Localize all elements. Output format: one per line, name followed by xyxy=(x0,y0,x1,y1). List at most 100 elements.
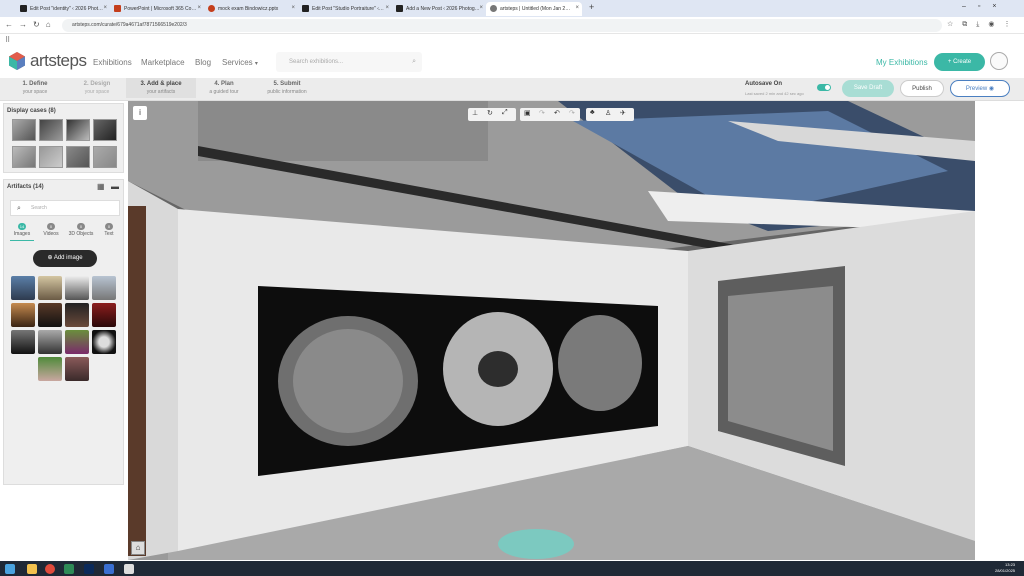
map-icon[interactable]: ⌂ xyxy=(131,541,145,555)
display-case-item[interactable] xyxy=(39,119,63,141)
browser-tab[interactable]: Edit Post "identity" ‹ 2026 Phot… × xyxy=(16,2,110,16)
apps-grid-icon[interactable]: ⠿ xyxy=(5,36,10,44)
app-icon[interactable] xyxy=(124,564,134,574)
artifact-thumbnail[interactable] xyxy=(65,303,89,327)
display-case-item[interactable] xyxy=(93,119,117,141)
grid-view-icon[interactable]: ▦ xyxy=(97,182,105,191)
step-subtitle: your space xyxy=(84,89,110,95)
artsteps-logo[interactable]: artsteps xyxy=(7,51,87,71)
browser-tab[interactable]: Add a New Post ‹ 2026 Photog… × xyxy=(392,2,486,16)
tab-title: PowerPoint | Microsoft 365 Co… xyxy=(124,6,197,12)
info-icon[interactable]: i xyxy=(133,106,147,120)
step-subtitle: a guided tour xyxy=(209,89,239,95)
browser-toolbar-icons[interactable]: ☆⧉⤓◉⋮ xyxy=(947,20,1019,29)
app-icon[interactable] xyxy=(104,564,114,574)
search-placeholder: Search xyxy=(31,205,47,211)
new-tab-button[interactable]: + xyxy=(589,2,594,12)
browser-tab[interactable]: PowerPoint | Microsoft 365 Co… × xyxy=(110,2,204,16)
folder-icon[interactable]: ▬ xyxy=(111,182,119,191)
nav-blog[interactable]: Blog xyxy=(195,58,211,67)
nav-arrows-icon[interactable]: ←→↻⌂ xyxy=(5,20,57,29)
tab-images[interactable]: 14 Images xyxy=(10,222,34,241)
artifact-thumbnail[interactable] xyxy=(38,276,62,300)
windows-start-icon[interactable] xyxy=(5,564,15,574)
step-design[interactable]: 2. Design your space xyxy=(62,81,132,95)
browser-tab[interactable]: mock exam Bindowicz.pptx × xyxy=(204,2,298,16)
browser-tab[interactable]: Edit Post "Studio Portraiture" ‹… × xyxy=(298,2,392,16)
artifact-thumbnail[interactable] xyxy=(65,330,89,354)
tab-label: Images xyxy=(13,231,31,237)
artifact-thumbnail[interactable] xyxy=(92,303,116,327)
artifact-thumbnail[interactable] xyxy=(11,330,35,354)
preview-button[interactable]: Preview ◉ xyxy=(950,80,1010,97)
redo-arrow-icon[interactable]: ↷ xyxy=(569,109,575,117)
display-case-item[interactable] xyxy=(93,146,117,168)
rotate-icon[interactable]: ↻ xyxy=(487,109,493,117)
avatar[interactable] xyxy=(990,52,1008,70)
tab-title: Edit Post "Studio Portraiture" ‹… xyxy=(312,6,384,12)
person-icon[interactable]: ♙ xyxy=(605,109,611,117)
artifact-thumbnail[interactable] xyxy=(38,357,62,381)
page-favicon-icon xyxy=(20,5,27,12)
window-controls[interactable]: –▫× xyxy=(962,3,1008,10)
add-image-button[interactable]: ⊕ Add image xyxy=(33,250,97,267)
nav-exhibitions[interactable]: Exhibitions xyxy=(93,58,132,67)
tab-title: artsteps | Untitled (Mon Jan 2… xyxy=(500,6,571,12)
display-case-item[interactable] xyxy=(66,146,90,168)
walk-icon[interactable]: ♣ xyxy=(590,109,595,116)
close-tab-icon[interactable]: × xyxy=(479,5,483,11)
redo-icon[interactable]: ↷ xyxy=(539,109,545,117)
display-case-item[interactable] xyxy=(39,146,63,168)
tab-videos[interactable]: 0 Videos xyxy=(40,222,62,237)
exhibition-search-input[interactable]: Search exhibitions... ⌕ xyxy=(276,52,422,72)
page-favicon-icon xyxy=(396,5,403,12)
step-submit[interactable]: 5. Submit public information xyxy=(252,81,322,95)
display-case-item[interactable] xyxy=(12,146,36,168)
create-button[interactable]: + Create xyxy=(934,53,985,71)
step-add-place[interactable]: 3. Add & place your artifacts xyxy=(126,78,196,98)
excel-icon[interactable] xyxy=(64,564,74,574)
artifact-thumbnail[interactable] xyxy=(92,276,116,300)
artifact-thumbnail[interactable] xyxy=(92,330,116,354)
display-case-item[interactable] xyxy=(12,119,36,141)
chrome-icon[interactable] xyxy=(45,564,55,574)
tab-title: Edit Post "identity" ‹ 2026 Phot… xyxy=(30,6,104,12)
close-tab-icon[interactable]: × xyxy=(291,5,295,11)
artifact-thumbnail[interactable] xyxy=(11,303,35,327)
frame-icon[interactable]: ▣ xyxy=(524,109,531,117)
artifact-search-input[interactable]: ⌕ Search xyxy=(10,200,120,216)
tab-text[interactable]: 0 Text xyxy=(100,222,118,237)
artifact-thumbnail[interactable] xyxy=(38,303,62,327)
url-field[interactable]: artsteps.com/curate/679a4671af7871566519… xyxy=(62,19,942,32)
publish-button[interactable]: Publish xyxy=(900,80,944,97)
step-subtitle: your space xyxy=(22,89,48,95)
artifact-thumbnail[interactable] xyxy=(65,357,89,381)
step-define[interactable]: 1. Define your space xyxy=(0,81,70,95)
artifact-thumbnail[interactable] xyxy=(65,276,89,300)
close-tab-icon[interactable]: × xyxy=(103,5,107,11)
display-case-item[interactable] xyxy=(66,119,90,141)
tab-3d-objects[interactable]: 0 3D Objects xyxy=(66,222,96,237)
system-clock[interactable]: 13:23 28/01/2025 xyxy=(995,562,1015,574)
nav-services-label: Services xyxy=(222,58,253,67)
close-tab-icon[interactable]: × xyxy=(385,5,389,11)
step-title: 5. Submit xyxy=(273,81,301,87)
close-tab-icon[interactable]: × xyxy=(197,5,201,11)
save-draft-button[interactable]: Save Draft xyxy=(842,80,894,97)
file-explorer-icon[interactable] xyxy=(27,564,37,574)
top-view-icon[interactable]: ✈ xyxy=(620,109,626,117)
undo-icon[interactable]: ↶ xyxy=(554,109,560,117)
artifact-thumbnail[interactable] xyxy=(38,330,62,354)
3d-gallery-viewport[interactable]: i ⊥ ↻ ⤢ ▣ ↷ ↶ ↷ ♣ ♙ ✈ ⌂ xyxy=(128,101,975,560)
close-tab-icon[interactable]: × xyxy=(575,5,579,11)
nav-services[interactable]: Services ▾ xyxy=(222,58,258,67)
move-axis-icon[interactable]: ⊥ xyxy=(472,109,478,117)
scale-icon[interactable]: ⤢ xyxy=(502,109,508,117)
artifact-thumbnail[interactable] xyxy=(11,276,35,300)
autosave-toggle[interactable] xyxy=(817,84,831,91)
browser-tab-active[interactable]: artsteps | Untitled (Mon Jan 2… × xyxy=(486,2,582,16)
step-plan[interactable]: 4. Plan a guided tour xyxy=(189,81,259,95)
photoshop-icon[interactable] xyxy=(84,564,94,574)
nav-marketplace[interactable]: Marketplace xyxy=(141,58,185,67)
my-exhibitions-link[interactable]: My Exhibitions xyxy=(876,58,928,67)
